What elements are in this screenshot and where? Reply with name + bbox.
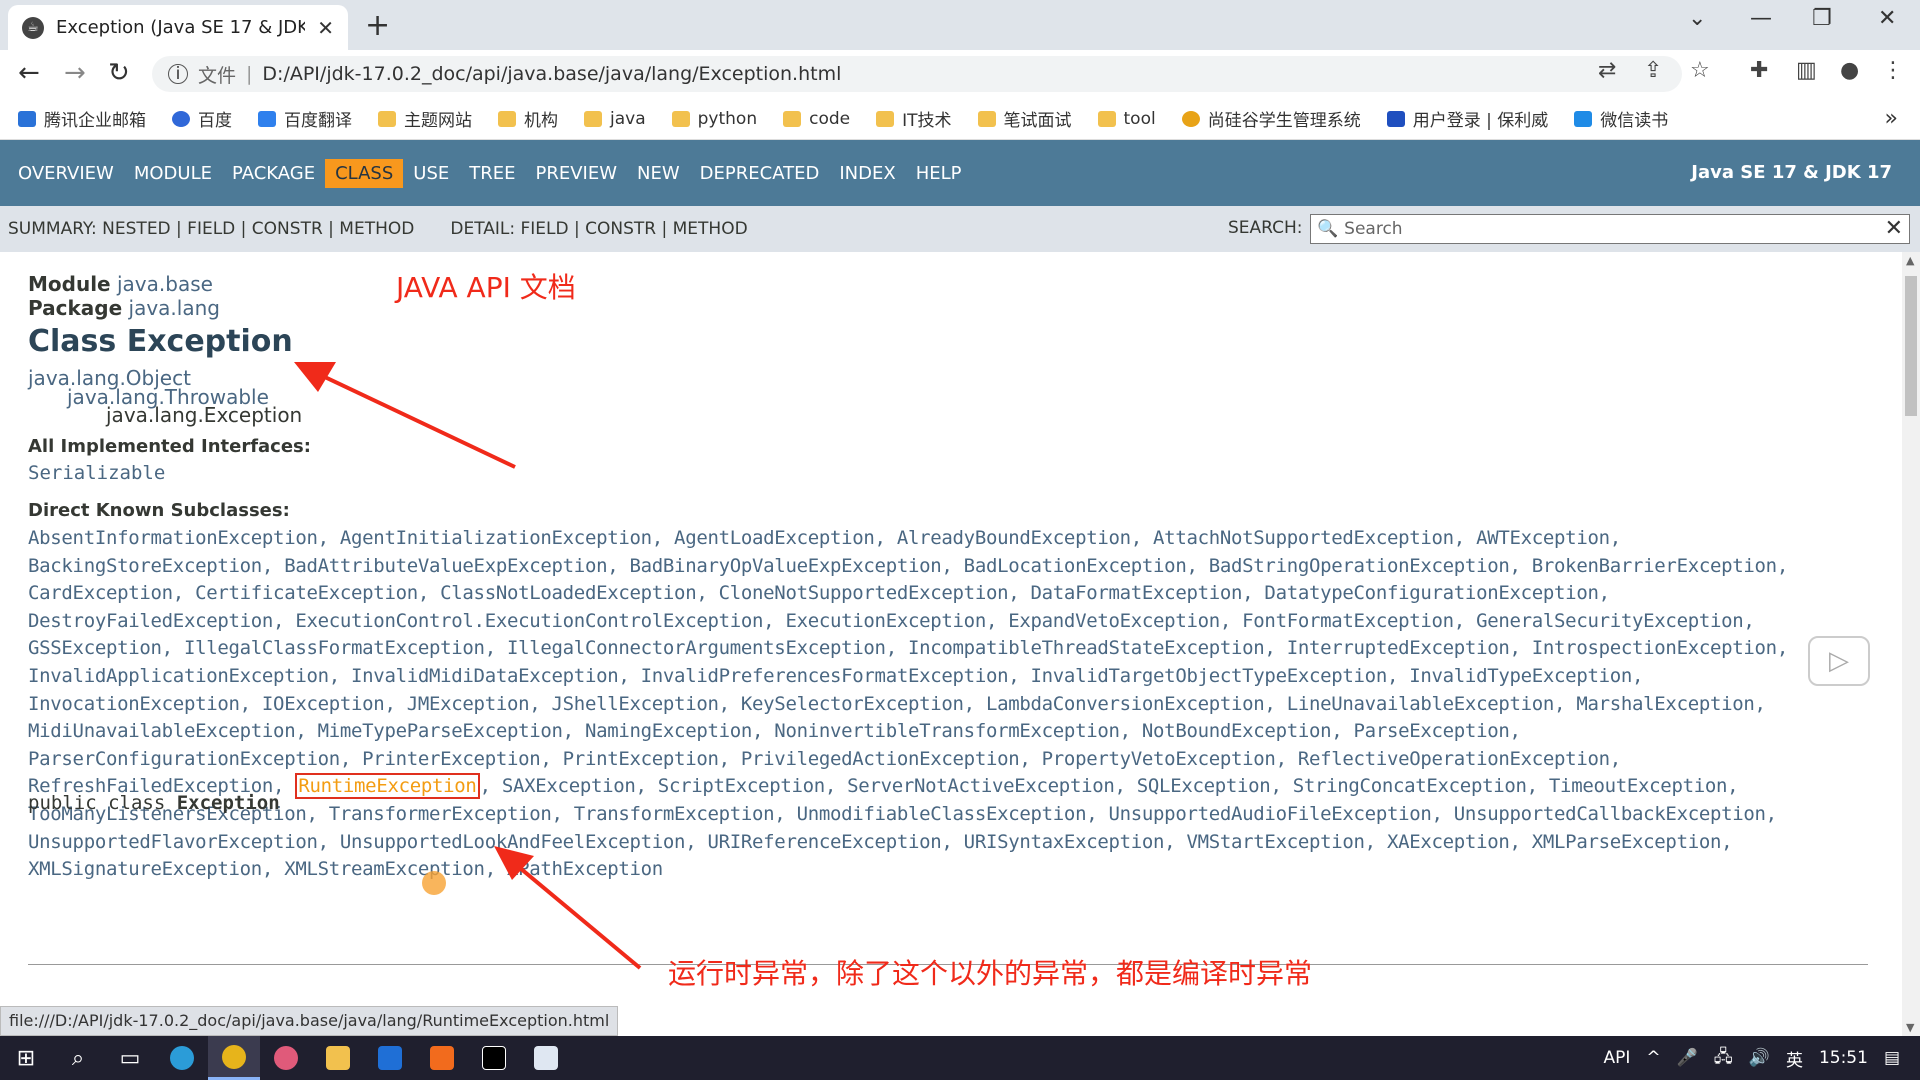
scroll-thumb[interactable] — [1905, 276, 1917, 416]
taskbar-clock[interactable]: 15:51 — [1819, 1048, 1868, 1068]
tray-volume-icon[interactable]: 🔊 — [1749, 1048, 1770, 1068]
status-link-preview: file:///D:/API/jdk-17.0.2_doc/api/java.b… — [0, 1006, 619, 1036]
app-orange-icon[interactable] — [416, 1036, 468, 1080]
app-p-icon[interactable] — [364, 1036, 416, 1080]
task-view-icon[interactable]: ▭ — [104, 1036, 156, 1080]
tray-expand-icon[interactable]: ^ — [1646, 1048, 1660, 1068]
annotation-arrows — [294, 362, 642, 970]
start-icon[interactable]: ⊞ — [0, 1036, 52, 1080]
scroll-up-icon[interactable]: ▲ — [1906, 254, 1914, 267]
system-tray: API ^ 🎤 🖧 🔊 英 15:51 ▤ — [1603, 1036, 1920, 1080]
notification-icon[interactable]: ▤ — [1884, 1048, 1900, 1068]
cursor-highlight — [422, 871, 446, 895]
tray-mic-icon[interactable]: 🎤 — [1677, 1048, 1698, 1068]
app-icon[interactable] — [260, 1036, 312, 1080]
intellij-icon[interactable] — [468, 1036, 520, 1080]
windows-taskbar: ⊞ ⌕ ▭ API ^ 🎤 🖧 🔊 英 15:51 ▤ — [0, 1036, 1920, 1080]
arrow-to-title — [294, 362, 516, 469]
vertical-scrollbar[interactable]: ▲ ▼ — [1902, 252, 1920, 1036]
arrow-to-runtime — [494, 846, 642, 970]
tray-ime-label[interactable]: 英 — [1786, 1046, 1803, 1071]
edge-icon[interactable] — [156, 1036, 208, 1080]
tray-api-label[interactable]: API — [1603, 1048, 1630, 1068]
file-explorer-icon[interactable] — [312, 1036, 364, 1080]
tray-network-icon[interactable]: 🖧 — [1714, 1044, 1733, 1073]
chrome-icon[interactable] — [208, 1036, 260, 1080]
notepad-icon[interactable] — [520, 1036, 572, 1080]
play-button[interactable]: ▷ — [1808, 636, 1870, 686]
scroll-down-icon[interactable]: ▼ — [1906, 1021, 1914, 1034]
search-icon[interactable]: ⌕ — [52, 1036, 104, 1080]
